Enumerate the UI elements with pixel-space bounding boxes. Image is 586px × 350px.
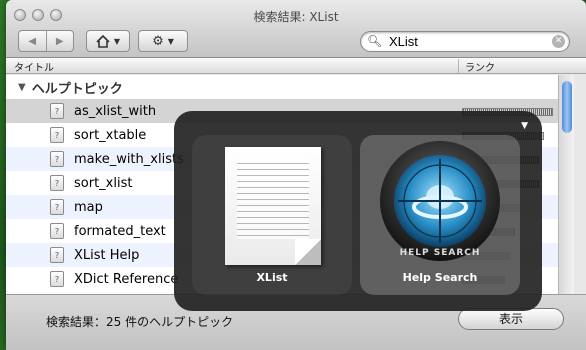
result-title: sort_xtable [74,127,147,143]
switcher-app-help-search[interactable]: HELP SEARCH Help Search [360,135,520,295]
chevron-down-icon: ▼ [113,36,121,46]
help-document-icon: ? [50,151,64,167]
show-button[interactable]: 表示 [458,308,564,330]
document-icon [225,147,321,265]
result-title: formated_text [74,223,166,239]
switcher-app-xlist[interactable]: XList [192,135,352,295]
switcher-app-label: Help Search [402,271,478,284]
help-document-icon: ? [50,199,64,215]
page-curl [295,239,321,265]
action-menu-button[interactable]: ⚙ ▼ [138,30,188,52]
result-title: sort_xlist [74,175,133,191]
search-icon: 🔍︎ [367,34,383,48]
scope-emblem-lettering: HELP SEARCH [400,248,481,258]
result-title: XList Help [74,247,140,263]
gear-icon: ⚙ [152,33,164,49]
home-icon [96,34,110,48]
result-title: as_xlist_with [74,103,157,119]
document-text-lines [237,159,309,239]
chevron-down-icon: ▼ [167,36,174,46]
forward-button[interactable]: ▶ [45,31,74,51]
home-button[interactable]: ▼ [86,30,130,52]
title-bar: 検索結果: XList ◀ ▶ ▼ ⚙ ▼ 🔍︎ ✕ [6,0,586,58]
help-document-icon: ? [50,271,64,287]
disclosure-triangle-icon[interactable]: ▼ [18,82,26,93]
switcher-app-label: XList [256,271,288,284]
help-search-scope-icon: HELP SEARCH [380,141,500,261]
chevron-down-icon[interactable]: ▼ [521,121,528,131]
triangle-left-icon: ◀ [28,35,37,47]
window-title: 検索結果: XList [253,10,339,24]
help-document-icon: ? [50,175,64,191]
clear-search-icon[interactable]: ✕ [552,35,565,48]
result-title: map [74,199,103,215]
title-column-header[interactable]: タイトル [14,59,54,74]
help-document-icon: ? [50,103,64,119]
rank-column-header[interactable]: ランク [458,59,558,74]
help-document-icon: ? [50,127,64,143]
result-title: make_with_xlists [74,151,184,167]
search-field[interactable]: 🔍︎ ✕ [360,31,570,52]
vertical-scrollbar[interactable] [558,75,574,294]
triangle-right-icon: ▶ [55,35,64,47]
app-switcher: ▼ XList HELP SEARCH Help Search [174,111,542,311]
nav-buttons: ◀ ▶ [18,30,74,52]
result-title: XDict Reference [74,271,179,287]
search-input[interactable] [389,33,539,50]
group-label: ヘルプトピック [31,81,123,97]
scroll-thumb[interactable] [562,81,572,133]
column-header: タイトル ランク [6,58,586,74]
back-button[interactable]: ◀ [19,31,46,51]
help-document-icon: ? [50,247,64,263]
status-message: 検索結果：25 件のヘルプトピック [46,315,234,329]
help-document-icon: ? [50,223,64,239]
group-header[interactable]: ▼ ヘルプトピック [6,75,558,99]
